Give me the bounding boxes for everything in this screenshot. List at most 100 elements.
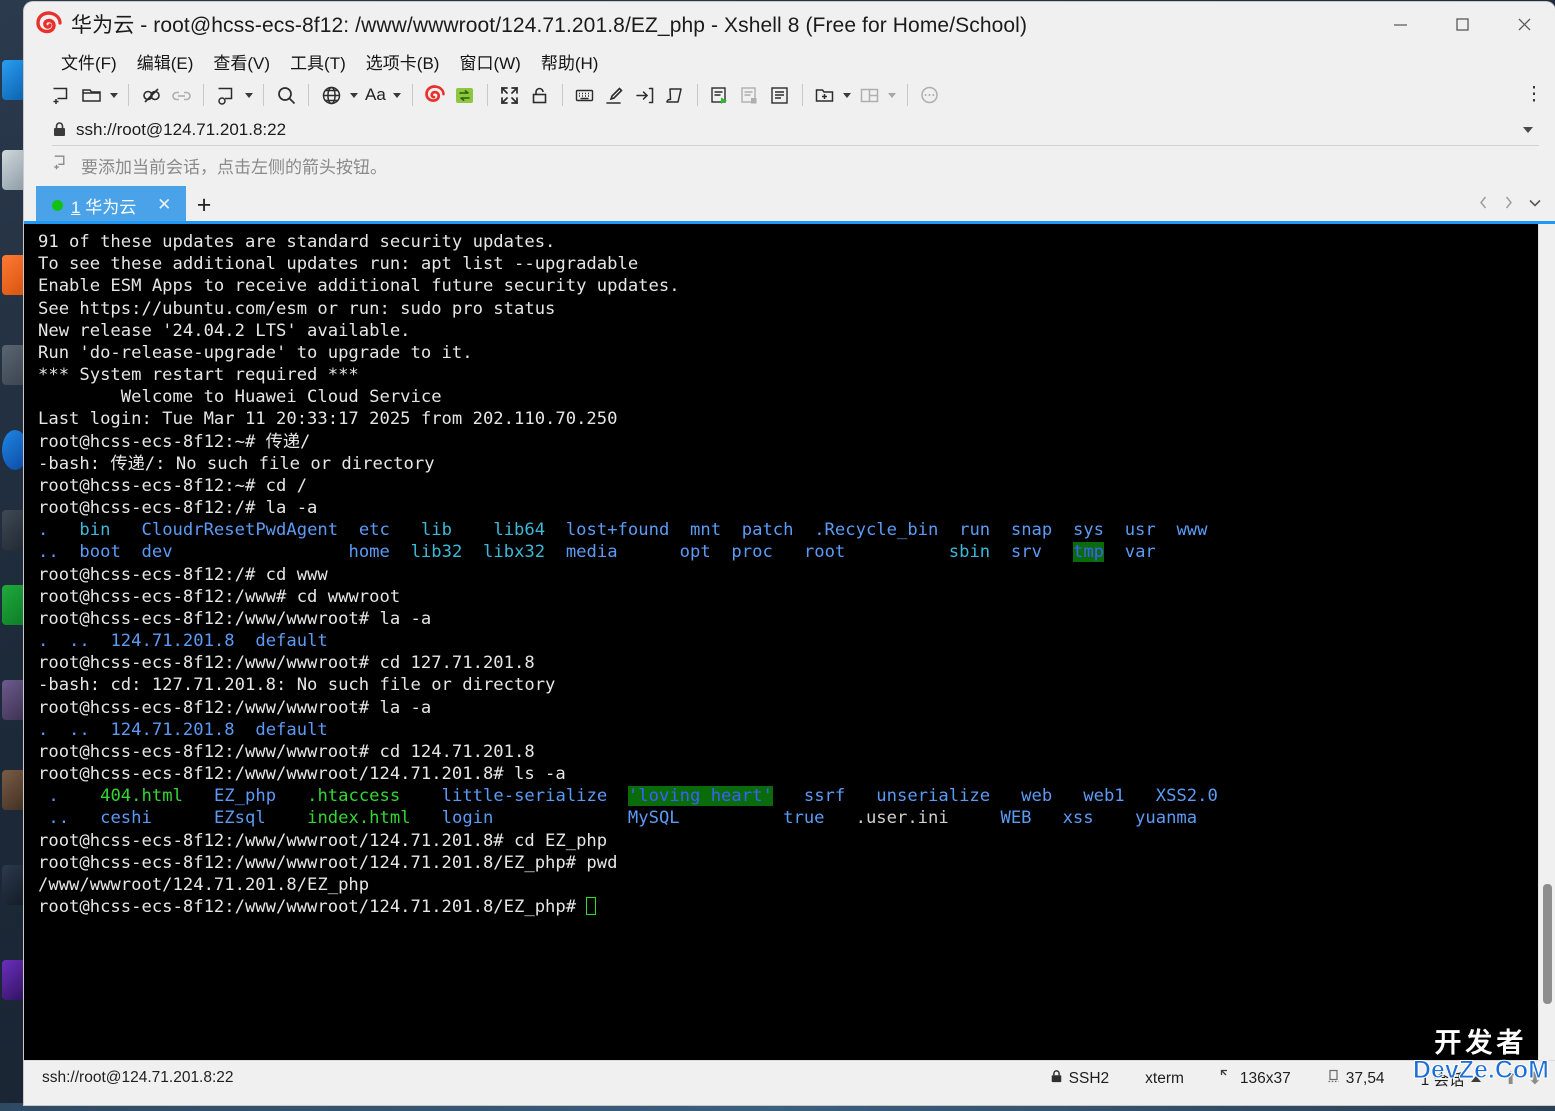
- upload-arrow-icon[interactable]: ⬆: [1499, 1069, 1523, 1089]
- font-icon[interactable]: Aa: [361, 85, 390, 105]
- terminal-text: dev: [141, 542, 173, 563]
- toolbar-separator: [561, 84, 563, 106]
- terminal-line: root@hcss-ecs-8f12:/www/wwwroot# la -a: [38, 608, 1538, 630]
- new-folder-icon[interactable]: [810, 80, 840, 110]
- globe-icon[interactable]: [316, 80, 346, 110]
- link-icon[interactable]: [166, 80, 196, 110]
- new-session-icon[interactable]: [46, 80, 76, 110]
- send-key-icon[interactable]: [630, 80, 660, 110]
- minimize-button[interactable]: [1369, 2, 1431, 46]
- toolbar-overflow-icon[interactable]: ⋮: [1523, 80, 1545, 110]
- menu-view[interactable]: 查看(V): [204, 47, 279, 76]
- terminal-text: media: [565, 542, 618, 563]
- terminal-text: XSS2.0: [1155, 786, 1218, 807]
- find-icon[interactable]: [271, 80, 301, 110]
- open-folder-icon[interactable]: [76, 80, 106, 110]
- session-properties-icon[interactable]: [211, 80, 241, 110]
- chevron-right-icon[interactable]: [1502, 195, 1515, 215]
- terminal-text: ..: [69, 719, 101, 740]
- terminal-text: web: [1021, 786, 1053, 807]
- maximize-button[interactable]: [1431, 2, 1493, 46]
- terminal-output[interactable]: 91 of these updates are standard securit…: [24, 224, 1538, 1060]
- terminal-text: little-serialize: [441, 786, 608, 807]
- menu-edit[interactable]: 编辑(E): [128, 47, 203, 76]
- terminal-text: .user.ini: [855, 808, 949, 829]
- terminal-text: To see these additional updates run: apt…: [38, 254, 639, 275]
- terminal-scrollbar[interactable]: [1538, 224, 1555, 1060]
- address-input[interactable]: ssh://root@124.71.201.8:22: [76, 120, 286, 140]
- terminal-scrollbar-thumb[interactable]: [1543, 884, 1552, 1004]
- download-arrow-icon[interactable]: ⬇: [1523, 1069, 1547, 1089]
- status-sessions-label: 1 会话: [1420, 1071, 1465, 1089]
- terminal-text: root@hcss-ecs-8f12:/www/wwwroot/124.71.2…: [38, 897, 587, 918]
- terminal-line: . .. 124.71.201.8 default: [38, 630, 1538, 652]
- new-folder-dropdown-icon[interactable]: [840, 80, 855, 110]
- terminal-text: srv: [1010, 542, 1042, 563]
- connected-dot-icon: [52, 199, 63, 211]
- stop-script-icon[interactable]: [735, 80, 765, 110]
- menu-file[interactable]: 文件(F): [52, 47, 126, 76]
- status-sessions[interactable]: 1 会话: [1403, 1068, 1499, 1090]
- run-script-icon[interactable]: [705, 80, 735, 110]
- font-dropdown-icon[interactable]: [390, 80, 405, 110]
- status-size: 136x37: [1202, 1069, 1309, 1088]
- terminal-text: New release '24.04.2 LTS' available.: [38, 320, 411, 341]
- terminal-line: Welcome to Huawei Cloud Service: [38, 386, 1538, 408]
- screen-size-icon: [1220, 1069, 1234, 1088]
- lock-icon[interactable]: [525, 80, 555, 110]
- add-session-hint-row: 要添加当前会话，点击左侧的箭头按钮。: [24, 146, 1555, 184]
- terminal-text: yuanma: [1135, 808, 1198, 829]
- open-folder-dropdown-icon[interactable]: [106, 80, 121, 110]
- close-button[interactable]: [1493, 2, 1555, 46]
- close-icon[interactable]: ✕: [154, 195, 174, 215]
- terminal-line: /www/wwwroot/124.71.201.8/EZ_php: [38, 874, 1538, 896]
- terminal-text: 'loving heart': [627, 786, 773, 807]
- terminal-text: Welcome to Huawei Cloud Service: [38, 387, 442, 408]
- terminal-text: root@hcss-ecs-8f12:~# cd /: [38, 475, 308, 496]
- keyboard-icon[interactable]: [570, 80, 600, 110]
- menu-tabs[interactable]: 选项卡(B): [357, 47, 449, 76]
- session-properties-dropdown-icon[interactable]: [241, 80, 256, 110]
- menu-window[interactable]: 窗口(W): [450, 47, 529, 76]
- split-layout-icon[interactable]: [855, 80, 885, 110]
- caret-up-icon[interactable]: [1470, 1075, 1481, 1082]
- highlight-icon[interactable]: [600, 80, 630, 110]
- menu-tools[interactable]: 工具(T): [281, 47, 355, 76]
- status-protocol: SSH2: [1032, 1069, 1128, 1089]
- xftp-icon[interactable]: [450, 80, 480, 110]
- fullscreen-icon[interactable]: [495, 80, 525, 110]
- tab-list-chevron-down-icon[interactable]: [1527, 195, 1543, 215]
- chevron-down-icon[interactable]: [1517, 119, 1539, 141]
- terminal-line: root@hcss-ecs-8f12:~# cd /: [38, 475, 1538, 497]
- toolbar-separator: [906, 84, 908, 106]
- terminal-text: .: [38, 786, 59, 807]
- terminal-text: bin: [79, 520, 111, 541]
- tab-huaweicloud[interactable]: 1 华为云 ✕: [36, 186, 186, 224]
- chat-icon[interactable]: [915, 80, 945, 110]
- menu-help[interactable]: 帮助(H): [532, 47, 608, 76]
- new-tab-button[interactable]: +: [186, 186, 222, 224]
- chevron-left-icon[interactable]: [1477, 195, 1490, 215]
- terminal-line: Enable ESM Apps to receive additional fu…: [38, 275, 1538, 297]
- toolbar-separator: [128, 84, 129, 106]
- terminal-text: unserialize: [876, 786, 991, 807]
- log-icon[interactable]: [765, 80, 795, 110]
- address-bar[interactable]: ssh://root@124.71.201.8:22: [52, 114, 1539, 146]
- xshell-logo-icon[interactable]: [420, 80, 450, 110]
- tab-bar: 1 华为云 ✕ +: [24, 184, 1555, 224]
- add-session-icon[interactable]: [52, 153, 71, 177]
- terminal-text: patch: [741, 520, 794, 541]
- globe-dropdown-icon[interactable]: [346, 80, 361, 110]
- split-layout-dropdown-icon[interactable]: [885, 80, 900, 110]
- disconnect-icon[interactable]: [136, 80, 166, 110]
- script-icon[interactable]: [660, 80, 690, 110]
